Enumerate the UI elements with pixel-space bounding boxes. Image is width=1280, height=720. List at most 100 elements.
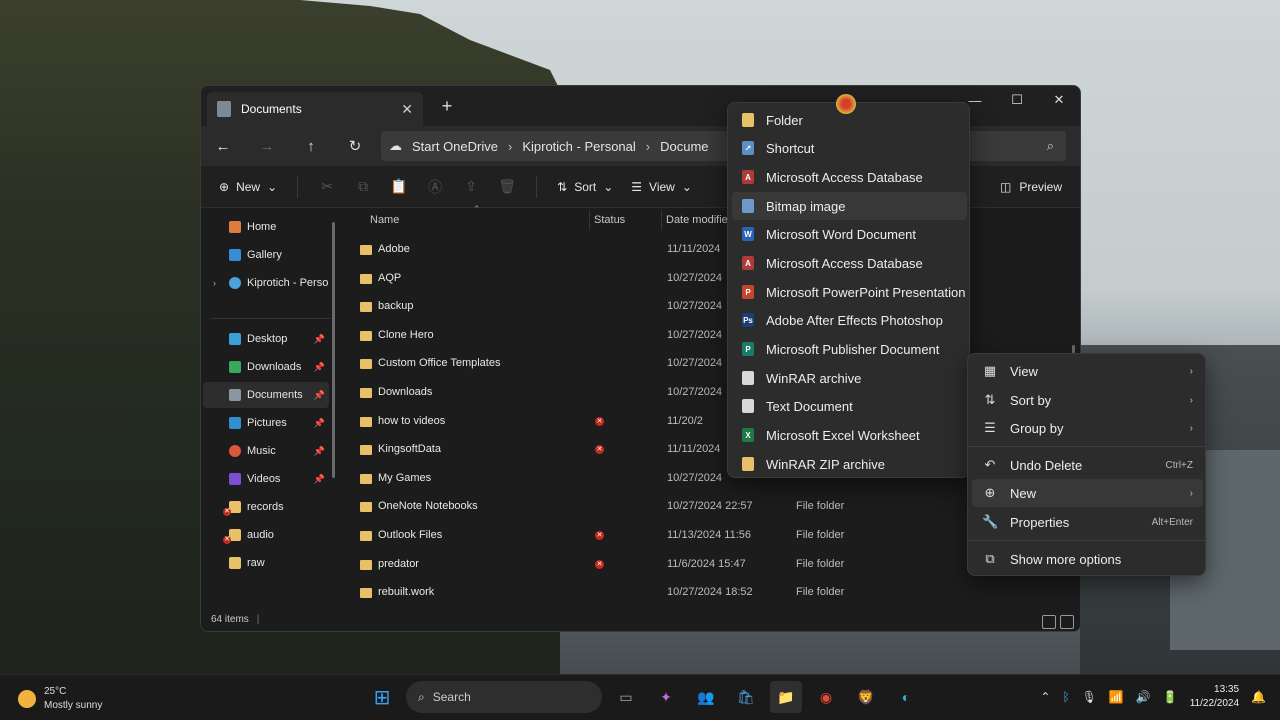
battery-icon[interactable]: 🔋: [1163, 690, 1178, 704]
column-header-status[interactable]: Status: [594, 208, 654, 232]
new-menu-item-label: Text Document: [766, 398, 853, 414]
new-menu-item[interactable]: ↗ Shortcut: [732, 134, 967, 162]
new-menu-item[interactable]: WinRAR ZIP archive: [732, 450, 967, 478]
pin-icon[interactable]: 📌: [314, 362, 325, 373]
sidebar-item-raw[interactable]: raw: [203, 550, 329, 576]
sidebar-item-documents[interactable]: Documents 📌: [203, 382, 329, 408]
close-button[interactable]: ✕: [1038, 86, 1080, 114]
context-menu-item[interactable]: ⊕ New ›: [972, 479, 1203, 507]
context-menu-item[interactable]: ☰ Group by ›: [972, 414, 1203, 442]
cut-icon[interactable]: ✂: [316, 176, 338, 198]
share-icon[interactable]: ⇪: [460, 176, 482, 198]
sidebar-item-records[interactable]: records ✕: [203, 494, 329, 520]
address-bar[interactable]: ☁ Start OneDrive › Kiprotich - Personal …: [381, 131, 731, 161]
breadcrumb-personal[interactable]: Kiprotich - Personal: [522, 139, 635, 154]
breadcrumb-documents[interactable]: Docume: [660, 139, 708, 154]
delete-icon[interactable]: 🗑: [496, 176, 518, 198]
home-icon: [229, 221, 241, 233]
new-menu-item[interactable]: P Microsoft PowerPoint Presentation: [732, 278, 967, 306]
new-menu-item[interactable]: A Microsoft Access Database: [732, 163, 967, 191]
volume-icon[interactable]: 🔊: [1136, 690, 1151, 704]
pin-icon[interactable]: 📌: [314, 418, 325, 429]
view-button[interactable]: ☰ View ⌄: [625, 172, 698, 202]
clock[interactable]: 13:35 11/22/2024: [1190, 683, 1239, 711]
table-row[interactable]: backup 10/27/2024: [343, 293, 1080, 321]
new-menu-item[interactable]: Ps Adobe After Effects Photoshop: [732, 306, 967, 334]
context-menu-item[interactable]: ↶ Undo Delete Ctrl+Z: [972, 451, 1203, 479]
new-menu-item[interactable]: W Microsoft Word Document: [732, 220, 967, 248]
weather-widget[interactable]: 25°C Mostly sunny: [18, 685, 102, 713]
notification-icon[interactable]: 🔔: [1251, 690, 1266, 704]
teams-button[interactable]: 👥: [690, 681, 722, 713]
new-menu-item[interactable]: A Microsoft Access Database: [732, 249, 967, 277]
tab-close-icon[interactable]: ✕: [401, 101, 413, 118]
sidebar-item-audio[interactable]: audio ✕: [203, 522, 329, 548]
preview-button[interactable]: ◫ Preview: [1000, 172, 1062, 202]
chevron-right-icon[interactable]: ›: [508, 139, 512, 154]
sidebar-item-label: Home: [247, 221, 277, 233]
excel-icon: X: [742, 428, 754, 442]
taskbar-search[interactable]: ⌕ Search: [406, 681, 602, 713]
pin-icon[interactable]: 📌: [314, 474, 325, 485]
sidebar-item-music[interactable]: Music 📌: [203, 438, 329, 464]
sidebar-scrollbar[interactable]: [332, 222, 335, 478]
details-view-icon[interactable]: [1042, 615, 1056, 629]
forward-button[interactable]: →: [245, 131, 289, 161]
table-row[interactable]: AQP 10/27/2024: [343, 265, 1080, 293]
refresh-button[interactable]: ↻: [333, 131, 377, 161]
new-tab-button[interactable]: +: [437, 96, 457, 116]
file-explorer-button[interactable]: 📁: [770, 681, 802, 713]
breadcrumb-onedrive[interactable]: Start OneDrive: [412, 139, 498, 154]
copy-icon[interactable]: ⧉: [352, 176, 374, 198]
start-button[interactable]: ⊞: [366, 681, 398, 713]
column-divider[interactable]: [661, 210, 662, 230]
new-menu-item[interactable]: Bitmap image: [732, 192, 967, 220]
edge-button[interactable]: ◐: [890, 681, 922, 713]
table-row[interactable]: Clone Hero 10/27/2024: [343, 322, 1080, 350]
chevron-right-icon[interactable]: ›: [213, 278, 216, 288]
microphone-icon[interactable]: 🎙: [1082, 690, 1097, 704]
brave-button[interactable]: 🦁: [850, 681, 882, 713]
tiles-view-icon[interactable]: [1060, 615, 1074, 629]
context-menu-item[interactable]: ▦ View ›: [972, 357, 1203, 385]
column-divider[interactable]: [589, 210, 590, 230]
wifi-icon[interactable]: 📶: [1109, 690, 1124, 704]
sort-button[interactable]: ⇅ Sort ⌄: [551, 172, 619, 202]
table-row[interactable]: Adobe 11/11/2024: [343, 236, 1080, 264]
new-menu-item[interactable]: Text Document: [732, 392, 967, 420]
task-view-button[interactable]: ▭: [610, 681, 642, 713]
copilot-button[interactable]: ✦: [650, 681, 682, 713]
table-row[interactable]: rebuilt.work 10/27/2024 18:52 File folder: [343, 579, 1080, 607]
chrome-button[interactable]: ◉: [810, 681, 842, 713]
folder-icon: [360, 473, 372, 484]
context-menu-item[interactable]: ⧉ Show more options: [972, 545, 1203, 573]
tab-documents[interactable]: Documents ✕: [207, 92, 423, 126]
sidebar-item-downloads[interactable]: Downloads 📌: [203, 354, 329, 380]
pin-icon[interactable]: 📌: [314, 446, 325, 457]
new-menu-item[interactable]: P Microsoft Publisher Document: [732, 335, 967, 363]
sidebar-item-home[interactable]: Home: [203, 214, 329, 240]
sidebar-item-desktop[interactable]: Desktop 📌: [203, 326, 329, 352]
pin-icon[interactable]: 📌: [314, 390, 325, 401]
column-header-name[interactable]: Name: [370, 208, 570, 232]
rename-icon[interactable]: Ⓐ: [424, 176, 446, 198]
new-menu-item[interactable]: WinRAR archive: [732, 364, 967, 392]
context-menu-item[interactable]: ⇅ Sort by ›: [972, 386, 1203, 414]
new-menu-item[interactable]: X Microsoft Excel Worksheet: [732, 421, 967, 449]
paste-icon[interactable]: 📋: [388, 176, 410, 198]
store-button[interactable]: 🛍: [730, 681, 762, 713]
sidebar-item-videos[interactable]: Videos 📌: [203, 466, 329, 492]
up-button[interactable]: ↑: [289, 131, 333, 161]
pictures-icon: [229, 417, 241, 429]
context-menu-item[interactable]: 🔧 Properties Alt+Enter: [972, 508, 1203, 536]
back-button[interactable]: ←: [201, 131, 245, 161]
new-button[interactable]: ⊕ New ⌄: [213, 172, 283, 202]
chevron-right-icon[interactable]: ›: [646, 139, 650, 154]
pin-icon[interactable]: 📌: [314, 334, 325, 345]
chevron-up-icon[interactable]: ⌃: [1040, 690, 1050, 704]
sidebar-item-gallery[interactable]: Gallery: [203, 242, 329, 268]
sidebar-item-pictures[interactable]: Pictures 📌: [203, 410, 329, 436]
sidebar-item-onedrive[interactable]: › Kiprotich - Persor: [203, 270, 329, 296]
maximize-button[interactable]: ☐: [996, 86, 1038, 114]
bluetooth-icon[interactable]: ᛒ: [1062, 690, 1069, 704]
